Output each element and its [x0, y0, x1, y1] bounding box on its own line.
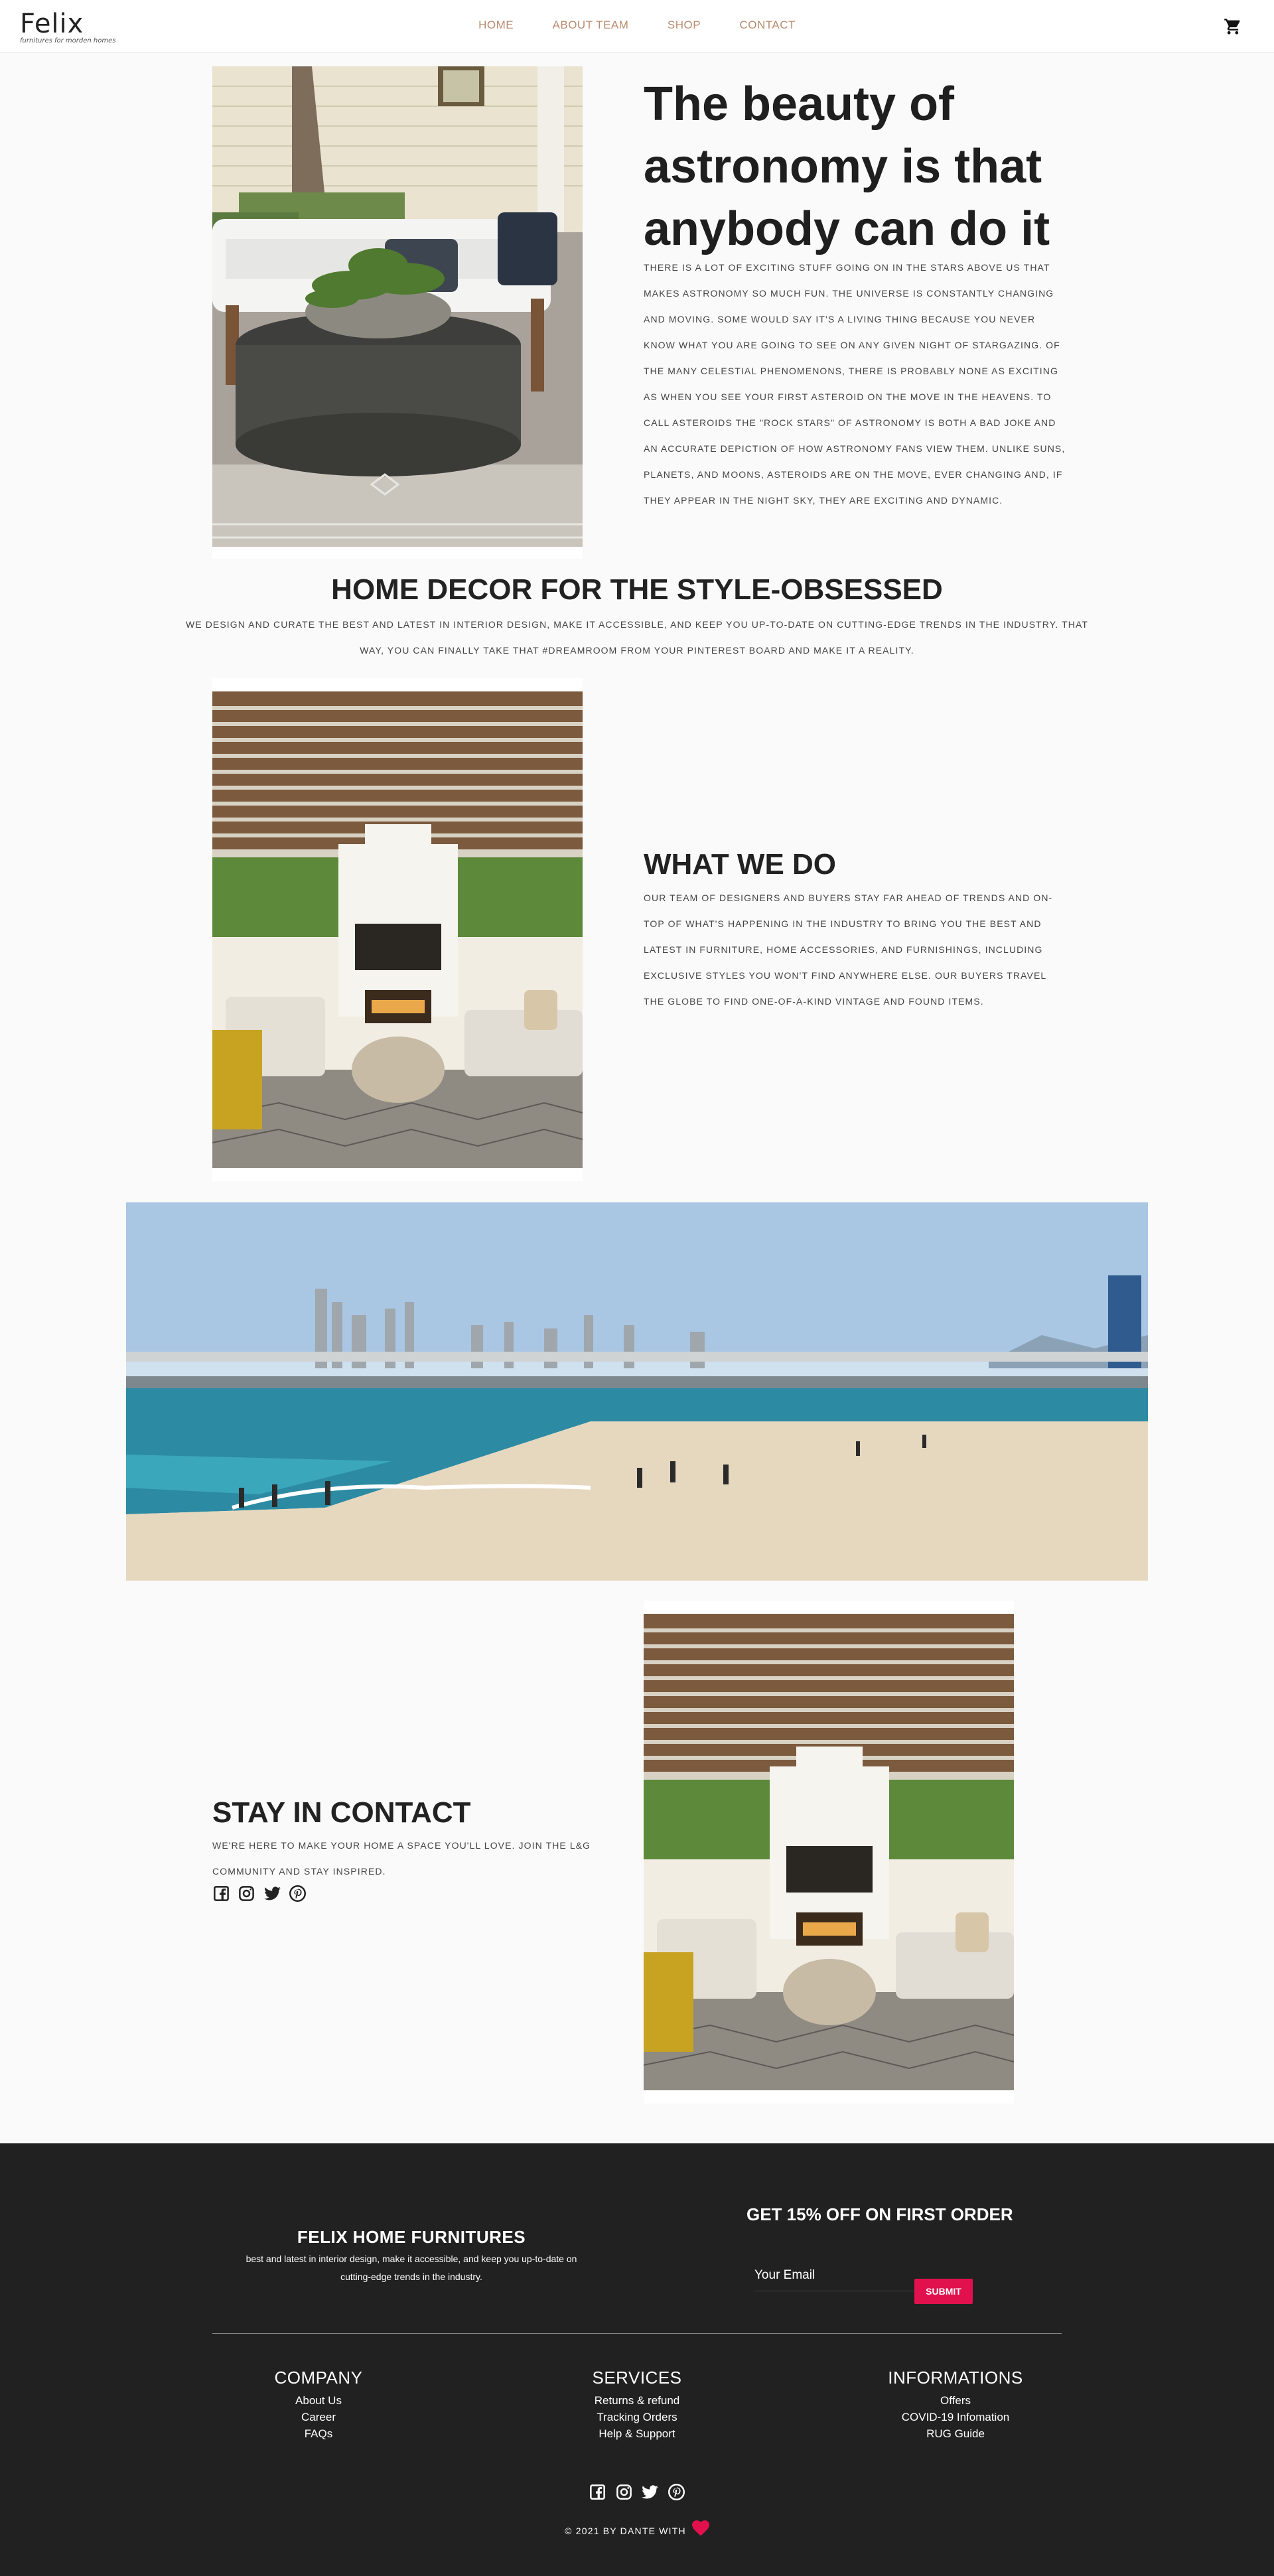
contact-social-links: [212, 1885, 311, 1902]
instagram-icon[interactable]: [615, 2483, 633, 2501]
submit-button[interactable]: SUBMIT: [914, 2279, 973, 2304]
copyright-text: © 2021 BY DANTE WITH: [565, 2526, 686, 2536]
footer-link-help[interactable]: Help & Support: [544, 2425, 730, 2442]
footer-col-title: COMPANY: [274, 2368, 363, 2388]
nav-about-team[interactable]: ABOUT TEAM: [553, 19, 629, 32]
hero-heading: The beauty of astronomy is that anybody …: [644, 78, 1050, 255]
footer-col-company: COMPANY About Us Career FAQs: [226, 2368, 411, 2442]
footer-link-about-us[interactable]: About Us: [226, 2392, 411, 2409]
footer-link-offers[interactable]: Offers: [863, 2392, 1048, 2409]
footer-col-title: INFORMATIONS: [888, 2368, 1023, 2388]
twitter-icon[interactable]: [263, 1885, 281, 1902]
footer-link-covid[interactable]: COVID-19 Infomation: [863, 2409, 1048, 2425]
footer-brand-title: FELIX HOME FURNITURES: [297, 2227, 526, 2247]
pinterest-icon[interactable]: [289, 1885, 307, 1902]
logo-tagline: furnitures for morden homes: [20, 37, 116, 44]
footer-brand-text: best and latest in interior design, make…: [246, 2254, 577, 2282]
facebook-icon[interactable]: [589, 2483, 606, 2501]
decor-heading: HOME DECOR FOR THE STYLE-OBSESSED: [331, 573, 943, 606]
stay-in-contact-heading: STAY IN CONTACT: [212, 1796, 471, 1829]
what-we-do-heading: WHAT WE DO: [644, 848, 837, 881]
pinterest-icon[interactable]: [668, 2483, 685, 2501]
instagram-icon[interactable]: [238, 1885, 255, 1902]
what-we-do-text: OUR TEAM OF DESIGNERS AND BUYERS STAY FA…: [644, 893, 1053, 1007]
footer-col-title: SERVICES: [592, 2368, 682, 2388]
footer-divider: [212, 2333, 1062, 2334]
footer-link-career[interactable]: Career: [226, 2409, 411, 2425]
footer-social-links: [0, 2483, 1274, 2501]
shopping-cart-icon[interactable]: [1224, 17, 1242, 36]
email-field[interactable]: Your Email: [754, 2268, 914, 2291]
nav-home[interactable]: HOME: [478, 19, 514, 32]
nav-shop[interactable]: SHOP: [668, 19, 701, 32]
hero-planter-image: [212, 66, 583, 559]
fireplace-image: [212, 678, 583, 1181]
footer-brand: FELIX HOME FURNITURES best and latest in…: [212, 2227, 610, 2286]
decor-text: WE DESIGN AND CURATE THE BEST AND LATEST…: [185, 619, 1089, 656]
footer-link-returns[interactable]: Returns & refund: [544, 2392, 730, 2409]
main-nav: HOME ABOUT TEAM SHOP CONTACT: [0, 19, 1274, 32]
nav-contact[interactable]: CONTACT: [740, 19, 796, 32]
footer-link-rug-guide[interactable]: RUG Guide: [863, 2425, 1048, 2442]
footer-col-services: SERVICES Returns & refund Tracking Order…: [544, 2368, 730, 2442]
stay-in-contact-text: WE'RE HERE TO MAKE YOUR HOME A SPACE YOU…: [212, 1840, 591, 1877]
facebook-icon[interactable]: [212, 1885, 230, 1902]
footer-link-tracking[interactable]: Tracking Orders: [544, 2409, 730, 2425]
offer-title: GET 15% OFF ON FIRST ORDER: [746, 2204, 1013, 2224]
beach-pier-image: [126, 1202, 1148, 1581]
contact-fireplace-image: [644, 1601, 1014, 2104]
hero-text: THERE IS A LOT OF EXCITING STUFF GOING O…: [644, 262, 1066, 506]
twitter-icon[interactable]: [641, 2483, 659, 2501]
footer-link-faqs[interactable]: FAQs: [226, 2425, 411, 2442]
footer-col-informations: INFORMATIONS Offers COVID-19 Infomation …: [863, 2368, 1048, 2442]
site-footer: FELIX HOME FURNITURES best and latest in…: [0, 2143, 1274, 2576]
site-header: Felix furnitures for morden homes HOME A…: [0, 0, 1274, 53]
heart-icon: [691, 2520, 709, 2536]
copyright: © 2021 BY DANTE WITH: [0, 2520, 1274, 2536]
